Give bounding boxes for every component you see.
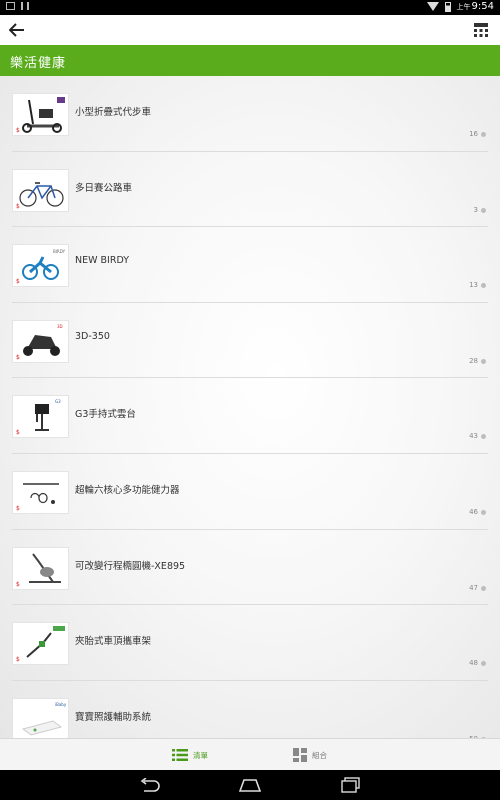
product-thumbnail: $	[12, 168, 69, 212]
list-item[interactable]: $ 小型折疊式代步車 16	[0, 76, 500, 152]
list-item[interactable]: 3D $ 3D-350 28	[0, 303, 500, 379]
item-title: 超輪六核心多功能健力器	[75, 485, 180, 496]
bars-notification-icon	[21, 2, 29, 10]
motorbike-image-icon: 3D $	[16, 324, 63, 361]
dot-icon	[481, 510, 486, 515]
item-count: 13	[469, 281, 478, 290]
svg-text:G3: G3	[55, 399, 61, 404]
bottom-tab-bar: 清單 組合	[0, 738, 500, 770]
list-item[interactable]: BIRDY $ NEW BIRDY 13	[0, 227, 500, 303]
svg-text:$: $	[16, 203, 20, 210]
product-list[interactable]: $ 小型折疊式代步車 16 $ 多日賽公路車 3 BIRDY $ NEW BIR…	[0, 76, 500, 738]
roof-rack-image-icon: $	[16, 626, 65, 663]
item-title: G3手持式雲台	[75, 409, 136, 421]
svg-text:iBaby: iBaby	[55, 702, 67, 707]
folding-bike-image-icon: BIRDY $	[16, 249, 66, 285]
item-count: 28	[469, 356, 478, 365]
back-button[interactable]	[6, 19, 28, 41]
status-notifications	[6, 2, 29, 10]
bicycle-image-icon: $	[16, 181, 64, 210]
nav-back-icon	[140, 778, 160, 792]
item-count: 3	[473, 205, 478, 214]
product-thumbnail: BIRDY $	[12, 244, 69, 288]
dot-icon	[481, 132, 486, 137]
list-item[interactable]: $ 可改變行程橢圓機-XE895 47	[0, 530, 500, 606]
title-bar: 樂活健康	[0, 45, 500, 76]
dot-icon	[481, 585, 486, 591]
list-item[interactable]: G3 $ G3手持式雲台 43	[0, 378, 500, 454]
svg-text:BIRDY: BIRDY	[53, 249, 66, 254]
svg-text:$: $	[16, 505, 20, 512]
clock-period: 上午	[456, 3, 471, 11]
dot-icon	[481, 358, 486, 364]
product-thumbnail: 3D $	[12, 319, 69, 363]
item-count: 43	[469, 432, 478, 441]
nav-back-button[interactable]	[134, 775, 164, 795]
tab-list[interactable]: 清單	[130, 739, 250, 771]
calculator-icon	[474, 23, 488, 37]
svg-text:$: $	[16, 581, 20, 588]
fitness-image-icon: $	[16, 483, 59, 512]
item-count: 48	[469, 659, 478, 668]
list-item[interactable]: $ 超輪六核心多功能健力器 46	[0, 454, 500, 530]
svg-text:$: $	[16, 278, 20, 285]
nav-recent-icon	[341, 777, 360, 793]
elliptical-image-icon: $	[16, 552, 61, 588]
tab-grid[interactable]: 組合	[250, 739, 370, 771]
svg-text:$: $	[16, 354, 20, 361]
svg-text:$: $	[16, 656, 20, 663]
dot-icon	[481, 434, 486, 440]
arrow-left-icon	[9, 23, 24, 37]
item-title: NEW BIRDY	[75, 255, 130, 267]
status-bar: 上午9:54	[0, 0, 500, 15]
dot-icon	[481, 283, 486, 289]
clock: 上午9:54	[457, 1, 494, 12]
dot-icon	[481, 207, 486, 213]
item-count: 46	[469, 508, 478, 516]
nav-recent-button[interactable]	[336, 775, 366, 795]
product-thumbnail: $	[12, 622, 69, 666]
item-title: 寶寶照護輔助系統	[75, 711, 152, 723]
item-title: 夾胎式車頂攜車架	[75, 636, 152, 648]
product-thumbnail: iBaby	[12, 697, 69, 738]
nav-home-button[interactable]	[235, 775, 265, 795]
clock-time: 9:54	[471, 1, 494, 12]
product-thumbnail: $	[12, 546, 69, 590]
list-item[interactable]: $ 夾胎式車頂攜車架 48	[0, 605, 500, 681]
scooter-image-icon: $	[16, 97, 65, 134]
image-notification-icon	[6, 2, 15, 10]
item-title: 小型折疊式代步車	[75, 107, 152, 118]
dot-icon	[481, 661, 486, 667]
list-item[interactable]: $ 多日賽公路車 3	[0, 152, 500, 228]
item-title: 多日賽公路車	[75, 182, 133, 194]
item-title: 可改變行程橢圓機-XE895	[75, 560, 186, 572]
list-item[interactable]: iBaby 寶寶照護輔助系統 50	[0, 681, 500, 738]
product-thumbnail: $	[12, 93, 69, 136]
product-thumbnail: $	[12, 471, 69, 514]
status-system: 上午9:54	[426, 1, 494, 12]
gimbal-image-icon: G3 $	[16, 399, 61, 436]
nav-home-icon	[238, 779, 262, 792]
svg-text:$: $	[16, 127, 20, 134]
item-title: 3D-350	[75, 330, 110, 342]
system-nav-bar	[0, 770, 500, 800]
grid-icon	[293, 748, 307, 762]
wifi-icon	[426, 2, 439, 11]
tab-grid-label: 組合	[312, 750, 327, 760]
item-count: 16	[469, 130, 478, 138]
page-title: 樂活健康	[10, 56, 67, 71]
baby-monitor-image-icon: iBaby	[21, 702, 67, 736]
svg-text:$: $	[16, 429, 20, 436]
product-thumbnail: G3 $	[12, 395, 69, 439]
action-bar	[0, 15, 500, 45]
list-icon	[172, 749, 188, 761]
svg-text:3D: 3D	[57, 324, 63, 329]
calculator-button[interactable]	[470, 19, 492, 41]
tab-list-label: 清單	[193, 750, 208, 760]
battery-icon	[444, 1, 451, 12]
item-count: 47	[469, 583, 478, 592]
